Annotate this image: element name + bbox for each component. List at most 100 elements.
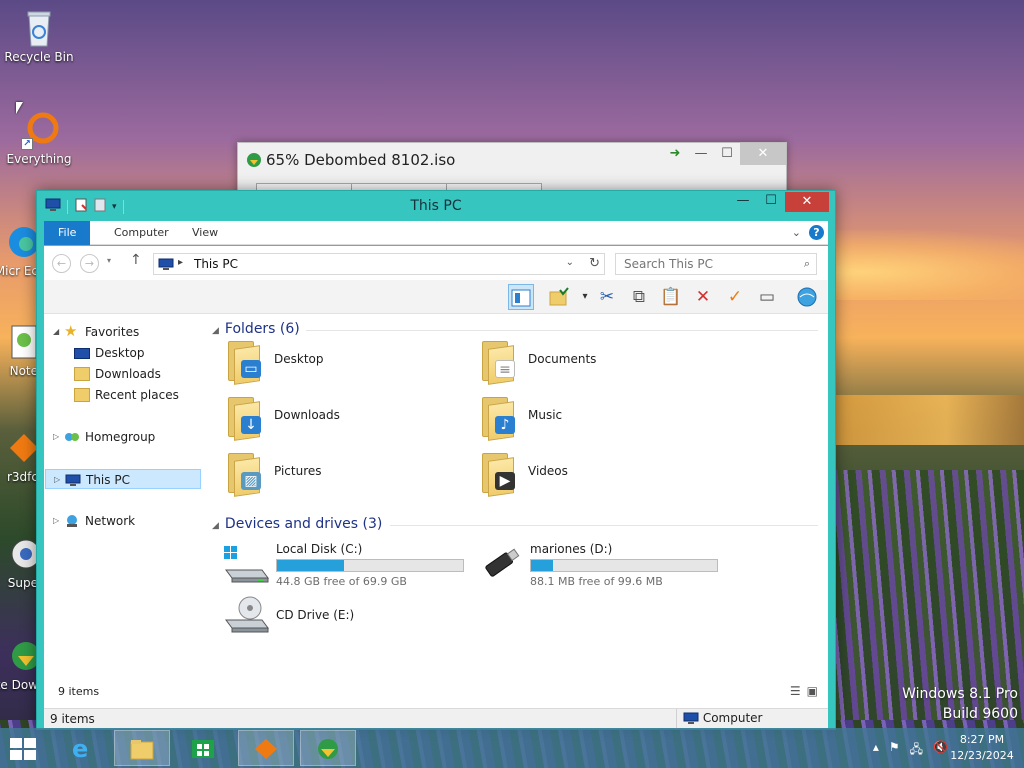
group-divider [306,330,818,331]
folder-tile-desktop[interactable]: ▭ Desktop [222,338,462,388]
address-field[interactable]: ▸ This PC ⌄ ↻ [153,253,605,275]
nav-item-homegroup[interactable]: ▷ Homegroup [44,427,204,447]
cut-icon[interactable]: ✂ [594,284,620,310]
address-pc-icon [158,258,174,274]
svg-text:e: e [72,736,88,760]
collapse-arrow-icon[interactable]: ▷ [53,511,59,531]
explorer-window[interactable]: ▾ This PC — ☐ ✕ File Computer View ⌄ ? ←… [36,190,836,730]
taskbar-download-manager[interactable] [300,730,356,766]
download-maximize-button[interactable]: ☐ [714,143,740,165]
desktop-icon-internet-download[interactable]: Inte Dow [0,636,40,692]
back-button[interactable]: ← [52,254,71,273]
start-button[interactable] [10,738,36,760]
folder-tile-music[interactable]: ♪ Music [476,394,716,444]
copy-icon[interactable]: ⧉ [626,284,652,310]
drive-tile-d[interactable]: mariones (D:) 88.1 MB free of 99.6 MB [476,542,726,592]
breadcrumb[interactable]: This PC [194,257,238,271]
cd-drive-icon [222,594,270,634]
tab-file[interactable]: File [44,221,91,245]
taskbar: e ▴ ⚑ 🖧 🔇 8:27 PM 12/23/2024 [0,728,1024,768]
nav-item-network[interactable]: ▷ Network [44,511,204,531]
desktop-icon-edge[interactable]: Micr Ec [0,222,39,278]
pictures-folder-icon: ▨ [222,450,266,497]
download-arrow-icon[interactable]: ➜ [662,143,688,165]
explorer-title: This PC [410,198,462,214]
paste-icon[interactable]: 📋 [658,284,684,310]
nav-item-downloads[interactable]: Downloads [44,364,204,384]
homegroup-icon [64,430,80,444]
close-button[interactable]: ✕ [785,192,829,212]
action-center-flag-icon[interactable]: ⚑ [889,740,900,761]
properties-card-icon[interactable]: ▭ [754,284,780,310]
forward-button[interactable]: → [80,254,99,273]
desktop-icon-notepad[interactable]: Note [0,322,38,378]
inner-item-count: 9 items [58,685,100,698]
content-area: ◢ ★ Favorites Desktop Downloads Recent p… [44,314,828,708]
desktop-icon-r3dfc[interactable]: r3dfc [0,428,38,484]
refresh-icon[interactable]: ↻ [589,256,600,271]
collapse-arrow-icon[interactable]: ▷ [53,427,59,447]
search-input[interactable] [616,254,792,274]
breadcrumb-chevron-icon[interactable]: ▸ [178,257,183,268]
preview-pane-icon[interactable] [508,284,534,310]
group-collapse-icon[interactable]: ◢ [212,326,219,336]
help-icon[interactable]: ? [809,225,824,240]
folder-tile-documents[interactable]: ≡ Documents [476,338,716,388]
download-manager-icon [315,737,341,761]
address-bar-row: ← → ▾ ↑ ▸ This PC ⌄ ↻ ⌕ [44,246,828,280]
nav-item-desktop[interactable]: Desktop [44,343,204,363]
explorer-titlebar[interactable]: ▾ This PC — ☐ ✕ [37,191,835,221]
taskbar-store[interactable] [176,730,232,766]
group-collapse-icon[interactable]: ◢ [212,521,219,531]
up-arrow-icon[interactable]: ↑ [130,252,142,268]
desktop-folder-icon: ▭ [222,338,266,385]
drive-tile-c[interactable]: Local Disk (C:) 44.8 GB free of 69.9 GB [222,542,472,592]
group-header-devices[interactable]: ◢ Devices and drives (3) [212,516,382,532]
share-globe-icon[interactable] [794,284,820,310]
ribbon-tabs: File Computer View ⌄ ? [44,221,828,245]
taskbar-file-explorer[interactable] [114,730,170,766]
nav-item-this-pc[interactable]: ▷ This PC [45,469,201,489]
maximize-button[interactable]: ☐ [757,192,785,212]
store-icon [190,736,216,760]
drive-tile-e[interactable]: CD Drive (E:) [222,592,472,642]
network-icon [64,514,80,528]
volume-muted-icon[interactable]: 🔇 [933,740,948,761]
nav-item-recent-places[interactable]: Recent places [44,385,204,405]
drive-c-usage-bar [276,559,464,572]
address-dropdown-icon[interactable]: ⌄ [566,257,574,268]
taskbar-ie[interactable]: e [54,730,110,766]
desktop-icon-super[interactable]: Supe [0,534,41,590]
folder-tile-videos[interactable]: ▶ Videos [476,450,716,500]
internet-explorer-icon: e [68,735,94,763]
rename-check-icon[interactable]: ✓ [722,284,748,310]
tab-view[interactable]: View [178,221,232,245]
taskbar-clock[interactable]: 8:27 PM 12/23/2024 [950,732,1014,764]
large-icons-view-icon[interactable]: ▣ [807,684,818,698]
download-minimize-button[interactable]: — [688,143,714,165]
show-hidden-icons-icon[interactable]: ▴ [873,740,879,761]
download-close-button[interactable]: ✕ [740,143,786,165]
delete-icon[interactable]: ✕ [690,284,716,310]
group-header-folders[interactable]: ◢ Folders (6) [212,321,300,337]
tab-computer[interactable]: Computer [100,221,183,245]
details-view-icon[interactable]: ☰ [790,684,801,698]
search-icon[interactable]: ⌕ [804,257,810,271]
expand-ribbon-icon[interactable]: ⌄ [792,226,801,239]
taskbar-r3dfc[interactable] [238,730,294,766]
search-box[interactable]: ⌕ [615,253,817,275]
desktop-icon-recycle-bin[interactable]: Recycle Bin [1,8,77,64]
download-window-controls: ➜ — ☐ ✕ [662,143,786,165]
usb-drive-icon [476,544,524,584]
collapse-arrow-icon[interactable]: ▷ [54,470,60,490]
desktop-icon-everything[interactable]: ↗ Everything [1,110,77,166]
folder-check-icon[interactable] [546,284,572,310]
minimize-button[interactable]: — [729,192,757,212]
folder-tile-pictures[interactable]: ▨ Pictures [222,450,462,500]
expand-arrow-icon[interactable]: ◢ [53,322,59,342]
recent-locations-icon[interactable]: ▾ [107,256,111,265]
network-tray-icon[interactable]: 🖧 [910,740,923,761]
nav-item-favorites[interactable]: ◢ ★ Favorites [44,322,204,342]
folder-tile-downloads[interactable]: ↓ Downloads [222,394,462,444]
documents-folder-icon: ≡ [476,338,520,385]
